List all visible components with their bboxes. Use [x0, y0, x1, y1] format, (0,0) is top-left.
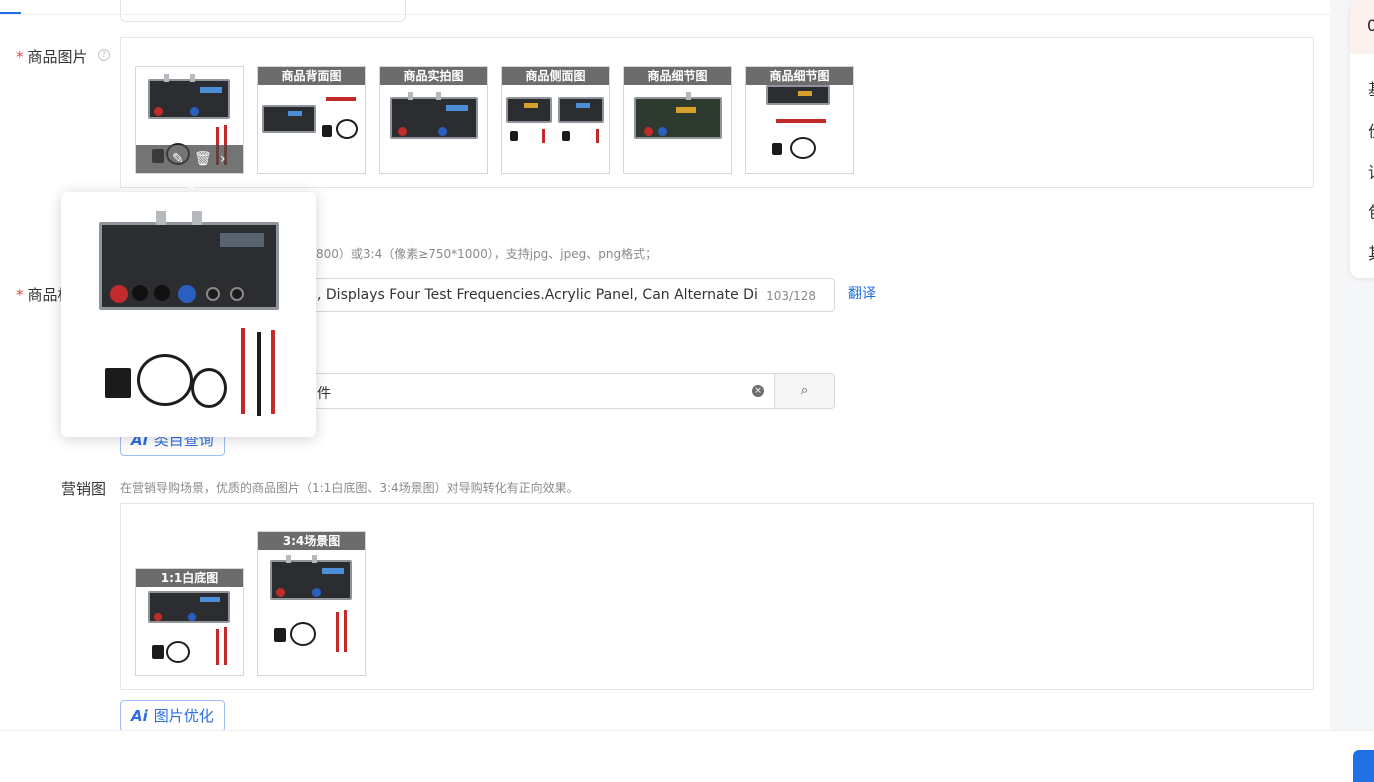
edit-icon[interactable]: ✎ [172, 150, 184, 168]
side-nav-item[interactable]: 基 [1368, 76, 1374, 100]
required-mark: * [16, 48, 24, 66]
product-edit-page: 0 基 价 详 包 其 *商品图片 ? ✎ 🗑 › 商品背面图 [0, 0, 1374, 782]
popover-arrow [183, 184, 199, 192]
main-image-thumb[interactable]: ✎ 🗑 › [135, 66, 244, 174]
scene-image-thumb[interactable]: 3:4场景图 [257, 531, 366, 676]
product-images-panel: ✎ 🗑 › 商品背面图 商品实拍图 商品侧面图 商品细节图 商品细节图 [120, 37, 1314, 188]
translate-link[interactable]: 翻译 [848, 283, 876, 303]
image-thumb-real[interactable]: 商品实拍图 [379, 66, 488, 174]
search-icon: ⌕ [800, 383, 809, 398]
ai-image-optimize-label: 图片优化 [153, 707, 214, 725]
ai-icon: Ai [131, 707, 148, 725]
side-nav-item[interactable]: 其 [1368, 240, 1374, 264]
image-tag: 商品背面图 [258, 67, 365, 85]
required-mark: * [16, 286, 24, 304]
image-thumb-detail-2[interactable]: 商品细节图 [745, 66, 854, 174]
side-nav-item[interactable]: 包 [1368, 199, 1374, 223]
image-tag: 商品细节图 [624, 67, 731, 85]
top-divider [0, 14, 1330, 15]
side-nav-score: 0 [1367, 16, 1374, 35]
footer-bar [0, 730, 1374, 782]
title-char-counter: 103/128 [766, 289, 816, 303]
title-input-value: , Displays Four Test Frequencies.Acrylic… [317, 287, 757, 303]
category-search-value: 件 [317, 386, 331, 402]
previous-field-input[interactable] [120, 0, 406, 22]
marketing-images-panel: 1:1白底图 3:4场景图 [120, 503, 1314, 690]
image-thumb-detail[interactable]: 商品细节图 [623, 66, 732, 174]
clear-icon[interactable]: × [752, 385, 764, 397]
image-requirements-hint: 800）或3:4（像素≥750*1000），支持jpg、jpeg、png格式； [316, 247, 658, 261]
search-button[interactable]: ⌕ [775, 373, 835, 409]
image-preview-popover [61, 192, 316, 437]
submit-button[interactable] [1353, 750, 1374, 782]
side-nav-item[interactable]: 价 [1368, 118, 1374, 142]
question-circle-icon[interactable]: ? [98, 49, 110, 61]
image-tag: 商品实拍图 [380, 67, 487, 85]
thumb-toolbar: ✎ 🗑 › [136, 145, 243, 173]
white-bg-image-thumb[interactable]: 1:1白底图 [135, 568, 244, 676]
image-tag: 3:4场景图 [258, 532, 365, 550]
product-images-label-text: 商品图片 [27, 48, 88, 66]
image-thumb-back[interactable]: 商品背面图 [257, 66, 366, 174]
chevron-right-icon[interactable]: › [220, 150, 226, 168]
image-tag: 商品侧面图 [502, 67, 609, 85]
title-input[interactable]: , Displays Four Test Frequencies.Acrylic… [290, 278, 835, 312]
marketing-images-description: 在营销导购场景，优质的商品图片（1:1白底图、3:4场景图）对导购转化有正向效果… [120, 481, 579, 495]
category-search-input[interactable]: 件 × [290, 373, 775, 409]
image-tag: 商品细节图 [746, 67, 853, 85]
delete-icon[interactable]: 🗑 [194, 150, 212, 168]
ai-image-optimize-button[interactable]: Ai 图片优化 [120, 700, 225, 732]
product-images-label: * 商品图片 [16, 46, 88, 67]
marketing-images-label: 营销图 [61, 480, 107, 498]
image-thumb-side[interactable]: 商品侧面图 [501, 66, 610, 174]
side-nav-item[interactable]: 详 [1368, 159, 1374, 183]
image-tag: 1:1白底图 [136, 569, 243, 587]
